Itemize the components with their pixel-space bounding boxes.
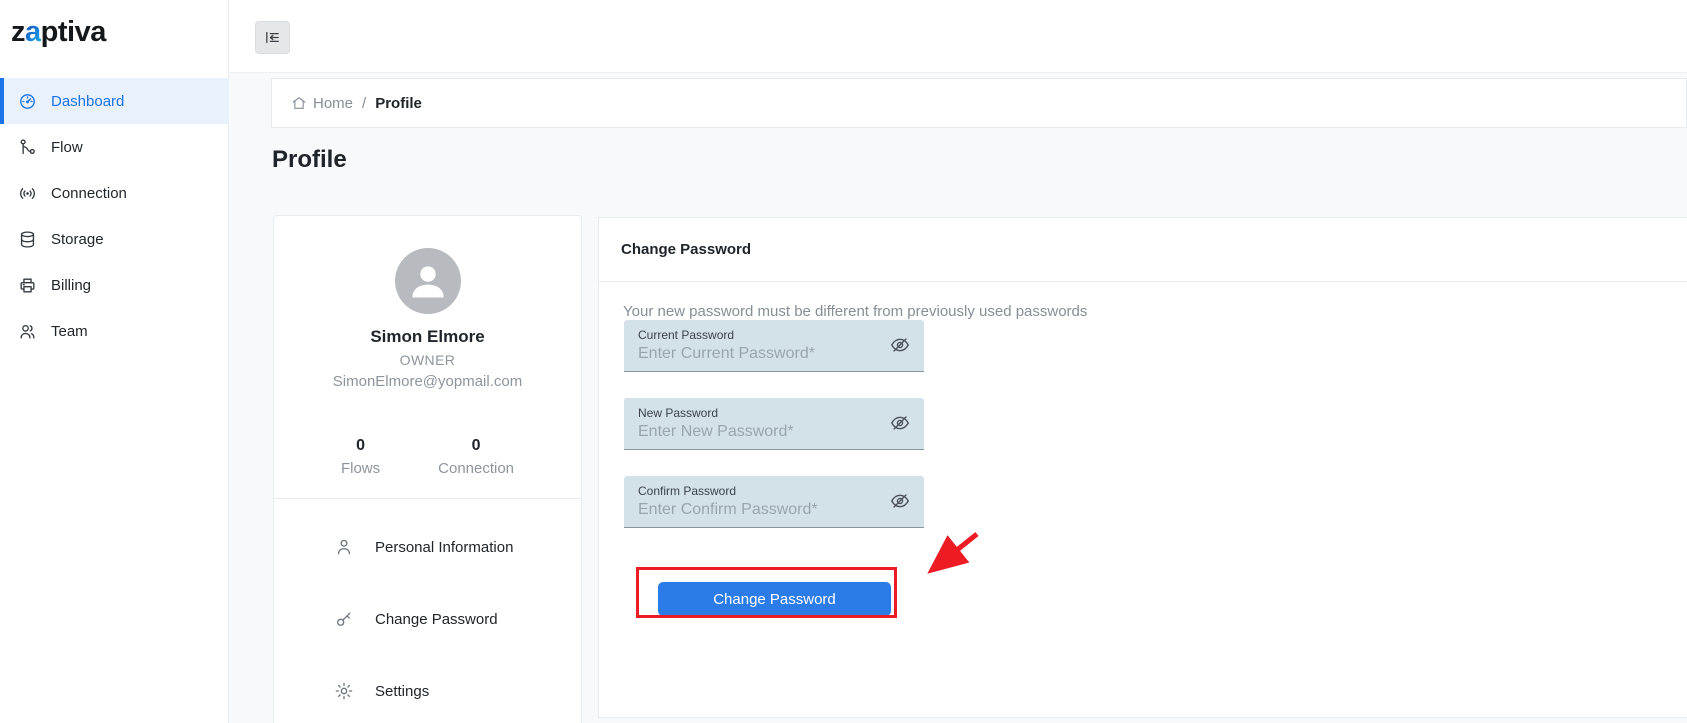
confirm-password-label: Confirm Password bbox=[638, 484, 737, 498]
new-password-visibility-toggle[interactable] bbox=[888, 412, 912, 436]
new-password-label: New Password bbox=[638, 406, 719, 420]
sidebar: zaptiva Dashboard Flow Connection Storag… bbox=[0, 0, 229, 723]
stat-connection: 0 Connection bbox=[438, 437, 514, 477]
profile-summary-card: Simon Elmore OWNER SimonElmore@yopmail.c… bbox=[273, 215, 582, 723]
profile-menu-item-personal-information[interactable]: Personal Information bbox=[274, 525, 581, 569]
sidebar-item-label: Connection bbox=[51, 184, 127, 202]
sidebar-item-connection[interactable]: Connection bbox=[0, 170, 229, 216]
sidebar-item-label: Dashboard bbox=[51, 92, 125, 110]
confirm-password-input[interactable] bbox=[638, 501, 884, 519]
profile-menu-label: Personal Information bbox=[375, 538, 514, 556]
person-silhouette-icon bbox=[411, 266, 444, 298]
profile-menu-label: Change Password bbox=[375, 610, 498, 628]
app-window: zaptiva Dashboard Flow Connection Storag… bbox=[0, 0, 1687, 723]
home-icon bbox=[292, 97, 306, 109]
user-name: Simon Elmore bbox=[370, 327, 485, 346]
eye-off-icon bbox=[890, 494, 910, 508]
current-password-visibility-toggle[interactable] bbox=[888, 334, 912, 358]
sidebar-collapse-icon bbox=[266, 31, 279, 44]
profile-menu-label: Settings bbox=[375, 682, 430, 700]
profile-menu-item-settings[interactable]: Settings bbox=[274, 669, 581, 713]
breadcrumb-home-link[interactable]: Home bbox=[291, 95, 353, 112]
sidebar-toggle-button[interactable] bbox=[255, 21, 290, 54]
change-password-button[interactable]: Change Password bbox=[658, 582, 891, 616]
profile-stats: 0 Flows 0 Connection bbox=[274, 437, 581, 477]
stat-flows-label: Flows bbox=[340, 460, 381, 477]
logo-prefix: z bbox=[11, 16, 26, 48]
page-title: Profile bbox=[272, 146, 347, 173]
gear-icon bbox=[335, 682, 353, 700]
change-password-title: Change Password bbox=[621, 241, 752, 258]
breadcrumb-home-label: Home bbox=[313, 94, 354, 112]
sidebar-item-storage[interactable]: Storage bbox=[0, 216, 229, 262]
stat-connection-value: 0 bbox=[471, 437, 481, 454]
brand-logo[interactable]: zaptiva bbox=[0, 0, 228, 49]
sidebar-item-label: Team bbox=[51, 322, 88, 340]
eye-off-icon bbox=[890, 416, 910, 430]
breadcrumb-current: Profile bbox=[375, 94, 422, 112]
flow-icon bbox=[20, 138, 35, 154]
storage-icon bbox=[20, 230, 35, 248]
team-icon bbox=[20, 324, 35, 339]
stat-flows-value: 0 bbox=[356, 437, 365, 454]
confirm-password-visibility-toggle[interactable] bbox=[888, 490, 912, 514]
sidebar-item-dashboard[interactable]: Dashboard bbox=[0, 78, 229, 124]
person-icon bbox=[337, 539, 351, 555]
current-password-input[interactable] bbox=[638, 345, 884, 363]
sidebar-item-billing[interactable]: Billing bbox=[0, 262, 229, 308]
confirm-password-field: Confirm Password bbox=[624, 476, 924, 528]
profile-menu-item-change-password[interactable]: Change Password bbox=[274, 597, 581, 641]
billing-icon bbox=[20, 277, 35, 293]
user-role-badge: OWNER bbox=[399, 352, 456, 368]
profile-card-divider bbox=[274, 498, 581, 499]
logo-suffix: ptiva bbox=[40, 16, 107, 48]
connection-icon bbox=[20, 187, 35, 199]
sidebar-nav: Dashboard Flow Connection Storage Billin… bbox=[0, 78, 229, 354]
current-password-field: Current Password bbox=[624, 320, 924, 372]
profile-menu: Personal Information Change Password Set… bbox=[274, 525, 581, 713]
sidebar-item-label: Flow bbox=[51, 138, 83, 156]
password-hint-text: Your new password must be different from… bbox=[623, 303, 1088, 320]
annotation-arrow-icon bbox=[927, 532, 979, 574]
sidebar-item-flow[interactable]: Flow bbox=[0, 124, 229, 170]
breadcrumb: Home / Profile bbox=[271, 78, 1687, 128]
sidebar-item-team[interactable]: Team bbox=[0, 308, 229, 354]
key-icon bbox=[337, 612, 351, 626]
breadcrumb-separator: / bbox=[362, 94, 367, 112]
avatar bbox=[394, 248, 461, 314]
sidebar-item-label: Storage bbox=[51, 230, 104, 248]
sidebar-item-label: Billing bbox=[51, 276, 92, 294]
top-navbar bbox=[229, 0, 1687, 73]
change-password-header: Change Password bbox=[599, 218, 1687, 282]
stat-flows: 0 Flows bbox=[341, 437, 380, 477]
current-password-label: Current Password bbox=[638, 328, 735, 342]
stat-connection-label: Connection bbox=[438, 460, 515, 477]
user-email: SimonElmore@yopmail.com bbox=[332, 373, 523, 390]
eye-off-icon bbox=[890, 338, 910, 352]
new-password-input[interactable] bbox=[638, 423, 884, 441]
logo-accent-letter: a bbox=[25, 16, 41, 48]
change-password-card: Change Password Your new password must b… bbox=[598, 217, 1687, 718]
dashboard-icon bbox=[20, 93, 35, 109]
new-password-field: New Password bbox=[624, 398, 924, 450]
